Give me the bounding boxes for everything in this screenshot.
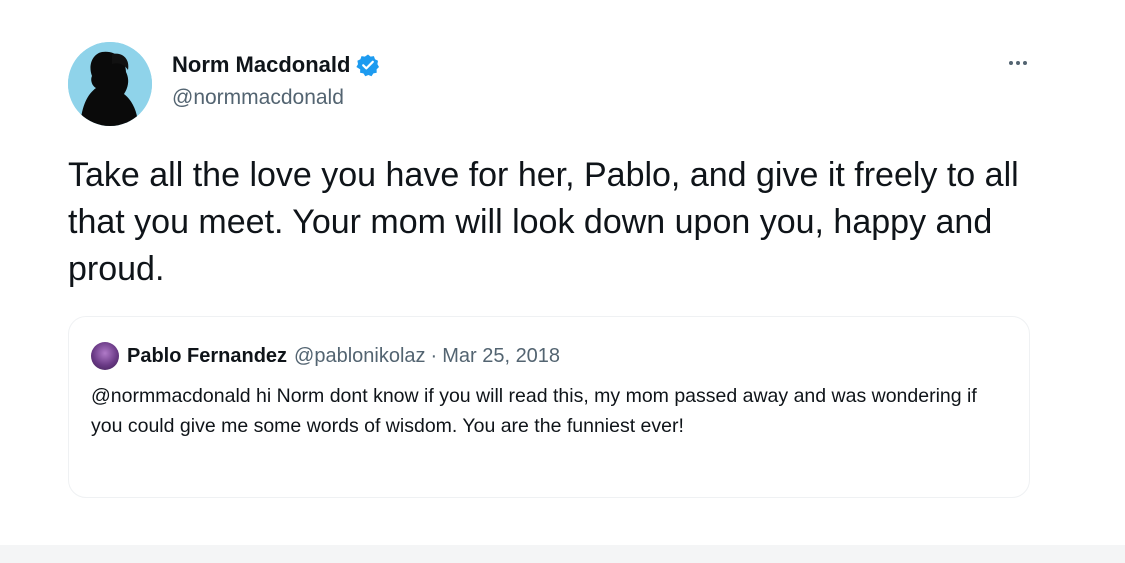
quoted-author-handle: @pablonikolaz <box>294 344 426 367</box>
quoted-tweet-text: @normmacdonald hi Norm dont know if you … <box>91 385 977 437</box>
more-dot <box>1016 61 1020 65</box>
author-handle[interactable]: @normmacdonald <box>172 86 344 110</box>
tweet-text: Take all the love you have for her, Pabl… <box>68 156 1019 288</box>
author-avatar[interactable] <box>68 42 152 126</box>
author-display-name[interactable]: Norm Macdonald <box>172 52 350 78</box>
profile-silhouette-icon <box>68 42 152 126</box>
quoted-separator: · <box>430 344 438 367</box>
more-dot <box>1023 61 1027 65</box>
author-name-row: Norm Macdonald <box>172 52 380 78</box>
more-options-button[interactable] <box>998 48 1038 78</box>
quoted-author-name: Pablo Fernandez <box>127 344 288 367</box>
quoted-tweet-header: Pablo Fernandez @pablonikolaz · Mar 25, … <box>91 342 560 370</box>
more-horizontal-icon <box>1009 61 1013 65</box>
bottom-divider <box>0 545 1125 563</box>
quoted-tweet-date: Mar 25, 2018 <box>442 344 561 367</box>
quoted-tweet[interactable]: Pablo Fernandez @pablonikolaz · Mar 25, … <box>68 316 1030 498</box>
quoted-author-avatar <box>91 342 119 370</box>
verified-badge-icon <box>356 53 380 77</box>
tweet-card: Norm Macdonald @normmacdonald Take all t… <box>0 0 1125 545</box>
